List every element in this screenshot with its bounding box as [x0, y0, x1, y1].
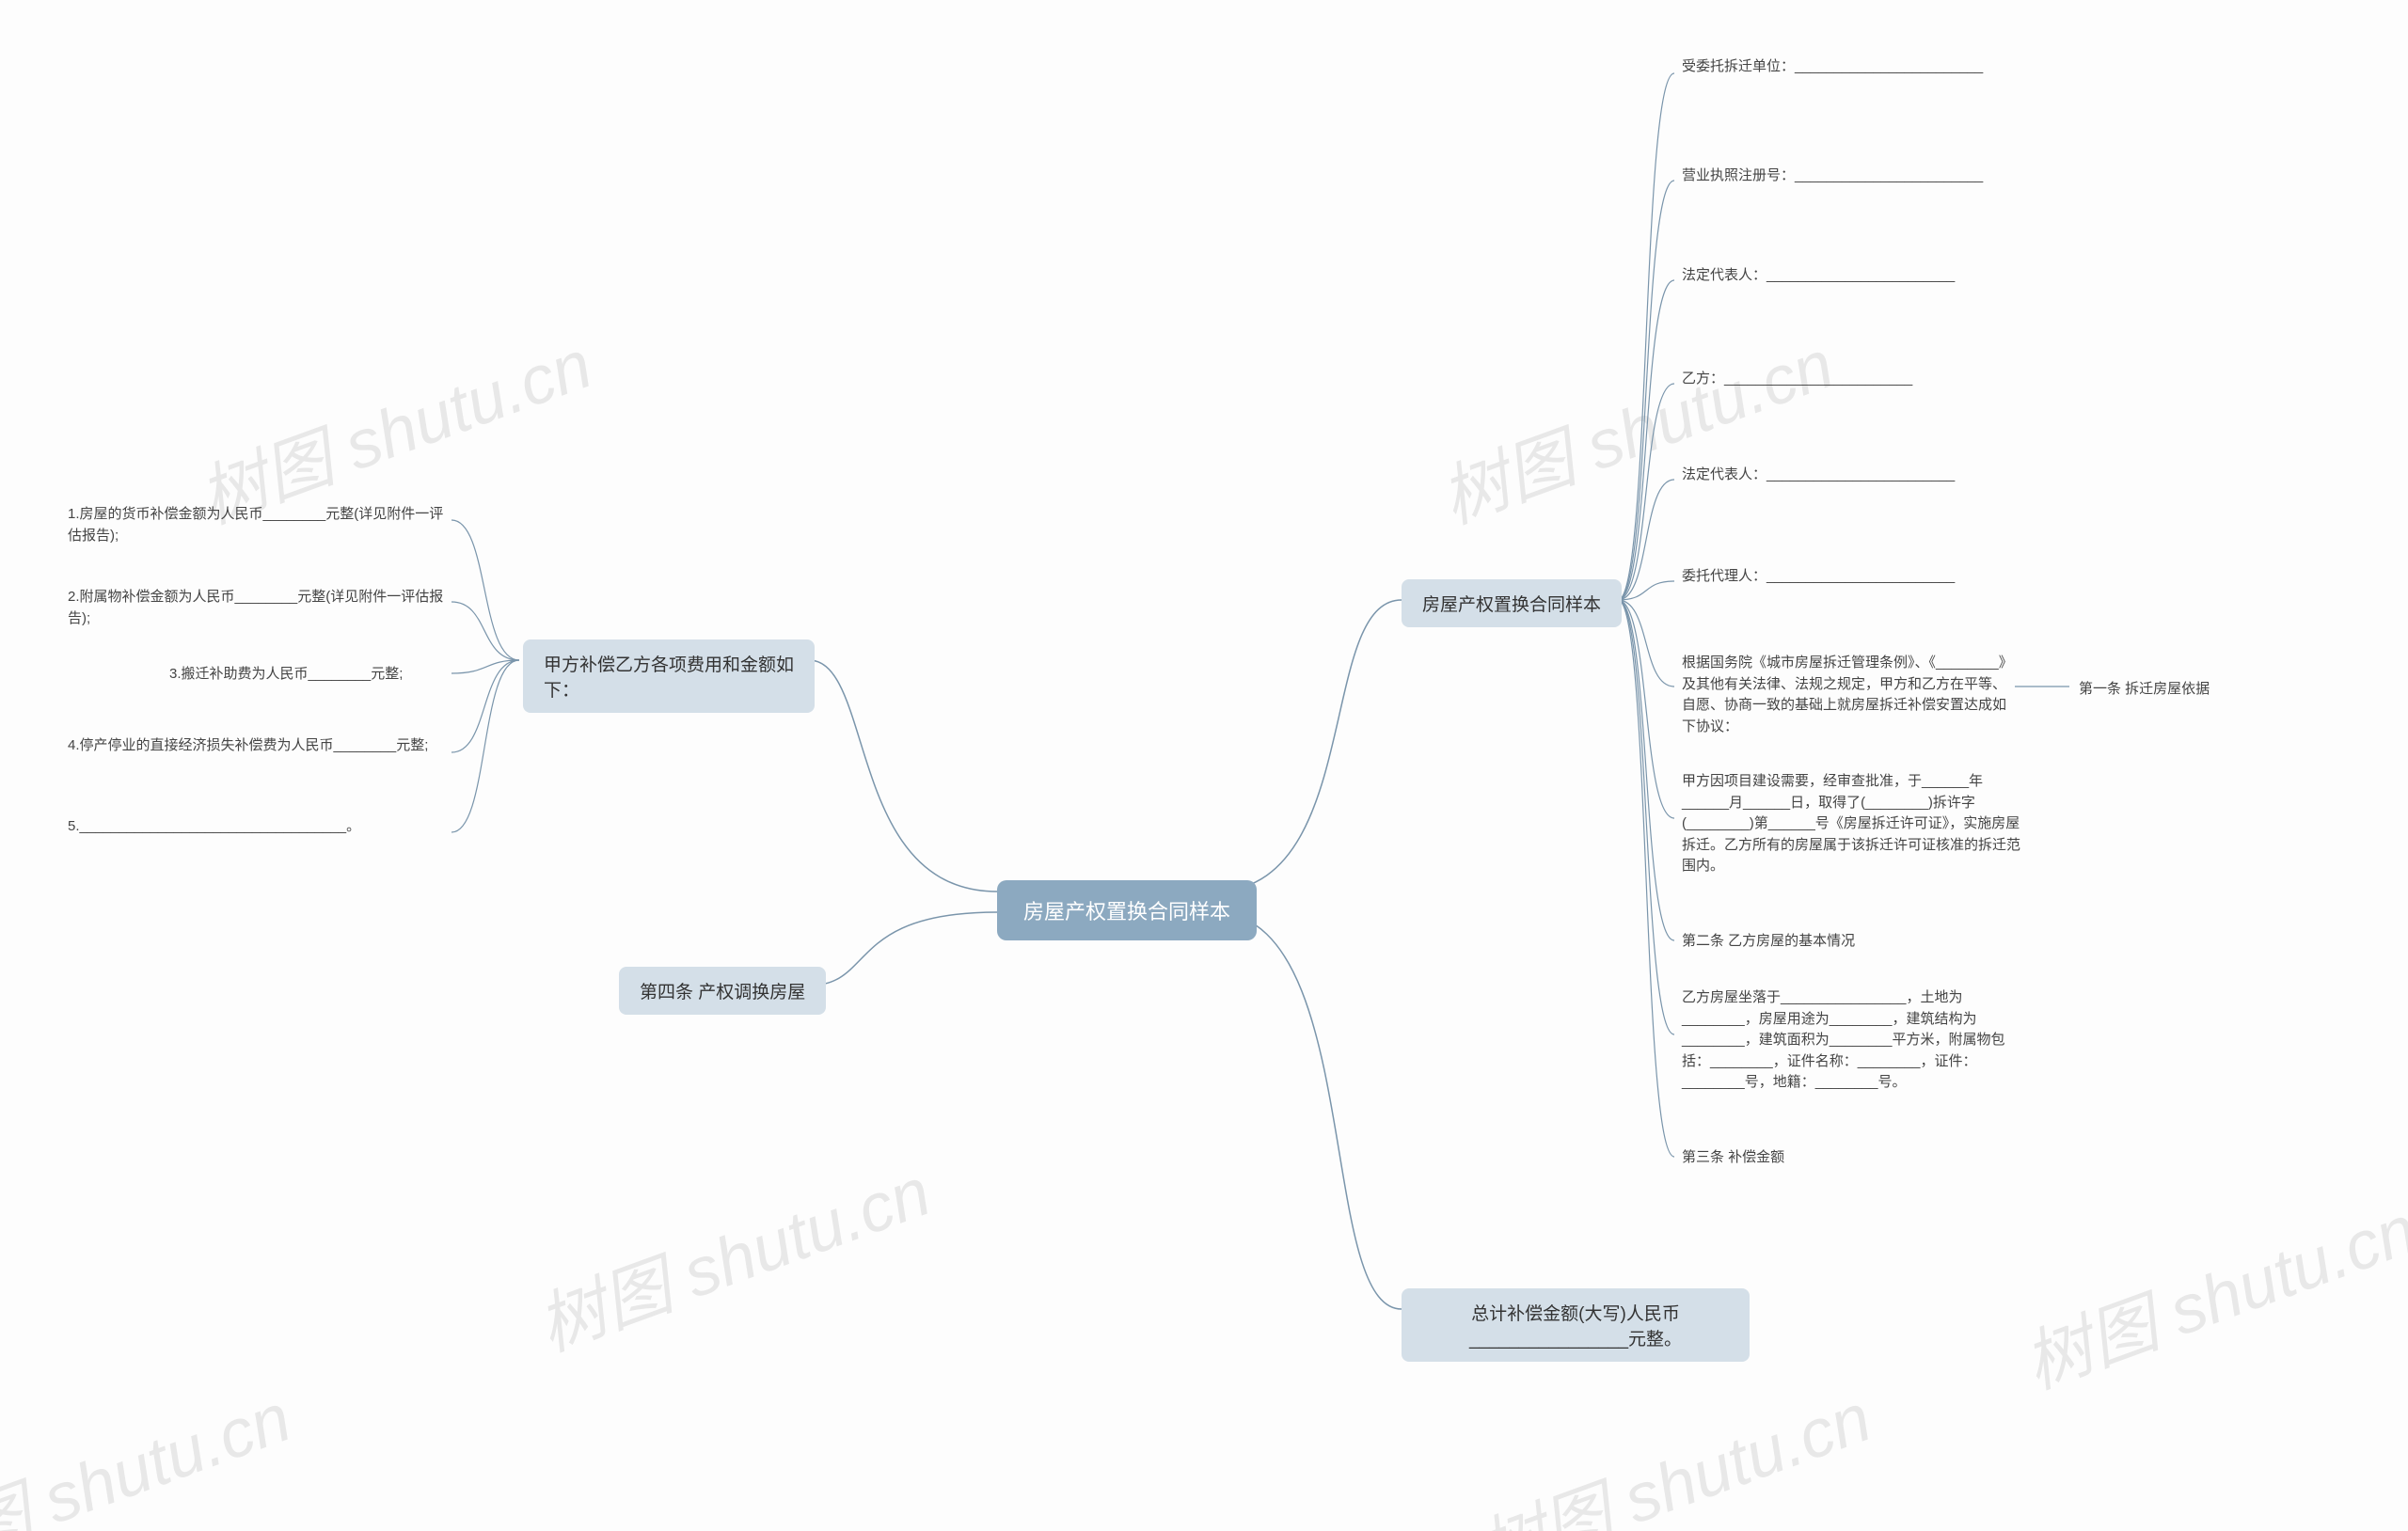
leaf-node: 第三条 补偿金额 [1682, 1147, 1784, 1169]
leaf-node: 2.附属物补偿金额为人民币________元整(详见附件一评估报告); [68, 587, 444, 629]
leaf-node: 5.__________________________________。 [68, 816, 360, 838]
leaf-node: 甲方因项目建设需要，经审查批准，于______年______月______日，取… [1682, 771, 2020, 877]
leaf-node: 1.房屋的货币补偿金额为人民币________元整(详见附件一评估报告); [68, 504, 444, 546]
leaf-node: 乙方：________________________ [1682, 369, 1912, 390]
leaf-node: 委托代理人：________________________ [1682, 566, 1955, 588]
leaf-node: 法定代表人：________________________ [1682, 465, 1955, 486]
leaf-node: 营业执照注册号：________________________ [1682, 166, 1983, 187]
branch-node-3[interactable]: 第四条 产权调换房屋 [619, 967, 826, 1015]
mindmap-connectors [0, 0, 2408, 1531]
leaf-node: 根据国务院《城市房屋拆迁管理条例》、《________》及其他有关法律、法规之规… [1682, 653, 2011, 737]
leaf-node: 法定代表人：________________________ [1682, 265, 1955, 287]
leaf-node: 乙方房屋坐落于________________，土地为________，房屋用途… [1682, 987, 2020, 1094]
branch-node-2[interactable]: 甲方补偿乙方各项费用和金额如下： [523, 639, 815, 713]
leaf-node-sub: 第一条 拆迁房屋依据 [2079, 679, 2210, 701]
leaf-node: 3.搬迁补助费为人民币________元整; [169, 664, 403, 686]
watermark: 树图 shutu.cn [1463, 1363, 1882, 1531]
leaf-node: 4.停产停业的直接经济损失补偿费为人民币________元整; [68, 735, 428, 757]
watermark: 树图 shutu.cn [1425, 309, 1845, 543]
branch-node-4[interactable]: 总计补偿金额(大写)人民币________________元整。 [1402, 1288, 1750, 1362]
leaf-node: 受委托拆迁单位：________________________ [1682, 56, 1983, 78]
watermark: 树图 shutu.cn [0, 1363, 302, 1531]
root-node[interactable]: 房屋产权置换合同样本 [997, 880, 1257, 940]
watermark: 树图 shutu.cn [2008, 1175, 2408, 1408]
branch-node-1[interactable]: 房屋产权置换合同样本 [1402, 579, 1622, 627]
watermark: 树图 shutu.cn [522, 1137, 942, 1370]
leaf-node: 第二条 乙方房屋的基本情况 [1682, 931, 1855, 953]
